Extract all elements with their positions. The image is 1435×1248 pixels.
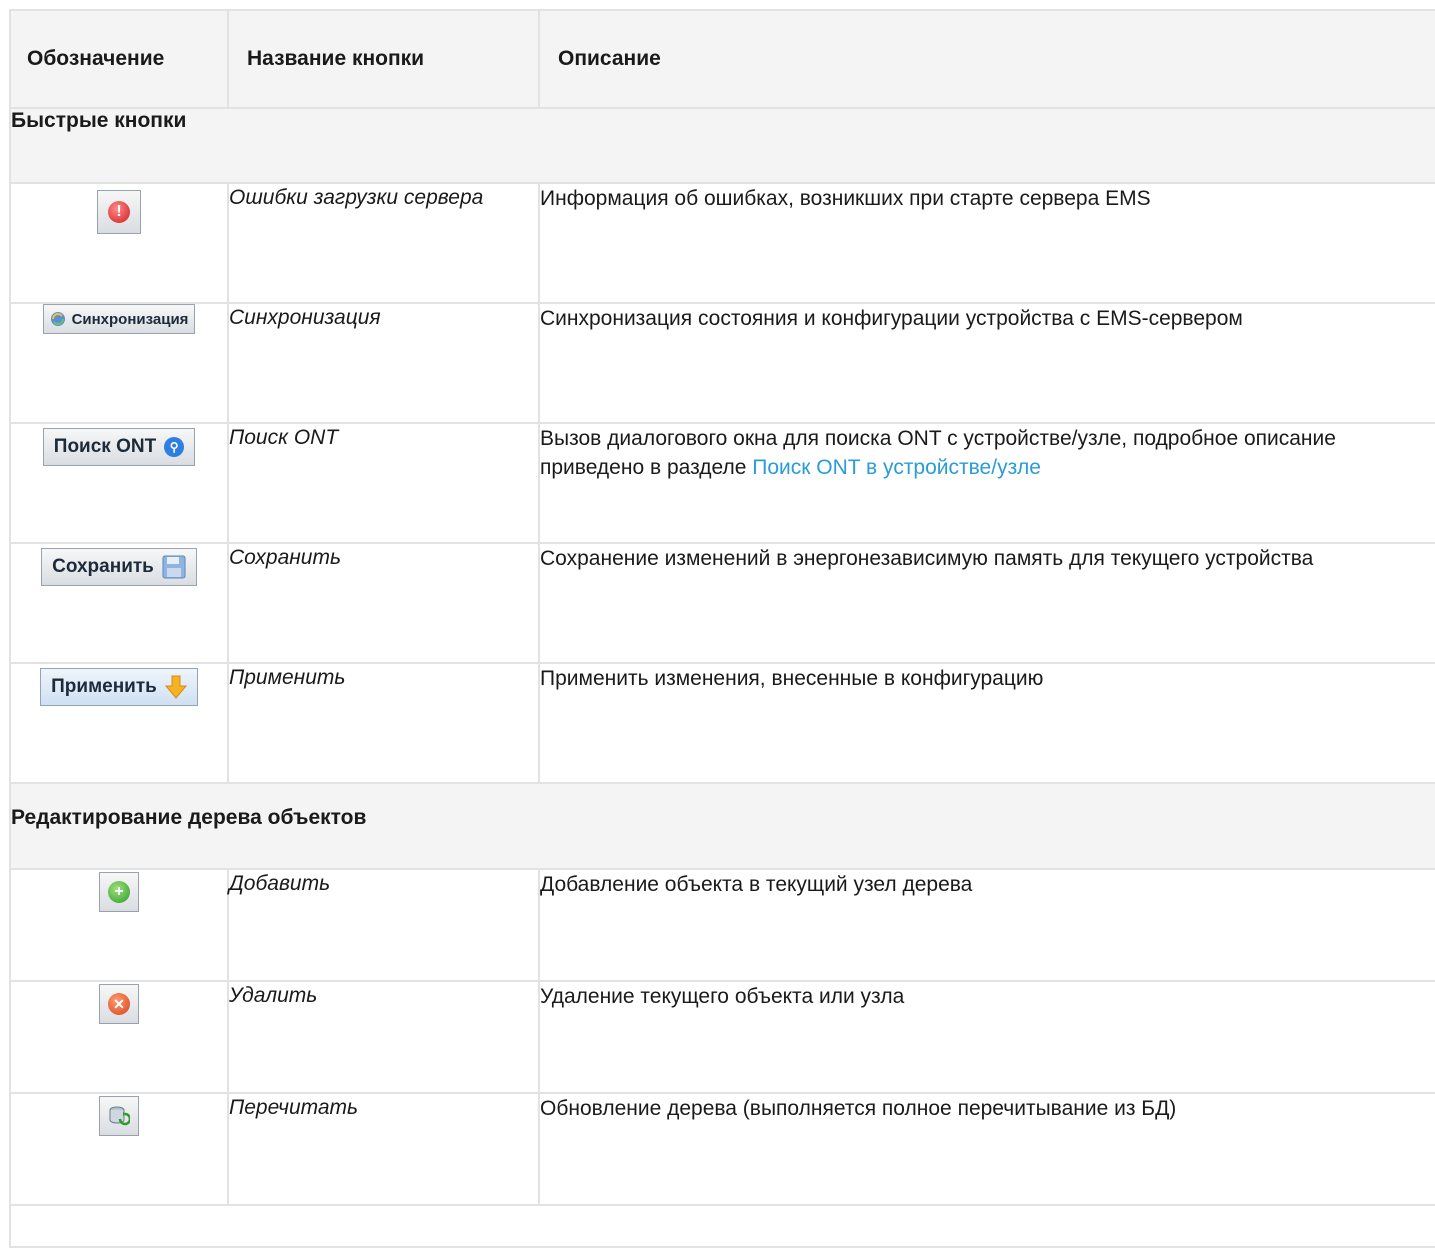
description: Обновление дерева (выполняется полное пе… bbox=[538, 1092, 1435, 1206]
icon-cell: ! bbox=[9, 182, 229, 304]
database-refresh-icon bbox=[109, 1106, 130, 1126]
icon-cell: Сохранить bbox=[9, 542, 229, 664]
section-row: Быстрые кнопки bbox=[9, 107, 1435, 184]
icon-cell: ✕ bbox=[9, 980, 229, 1094]
header-designation: Обозначение bbox=[9, 9, 229, 109]
button-name: Добавить bbox=[227, 868, 540, 982]
button-name: Сохранить bbox=[227, 542, 540, 664]
sync-button-label: Синхронизация bbox=[71, 310, 189, 328]
description: Удаление текущего объекта или узла bbox=[538, 980, 1435, 1094]
description: Сохранение изменений в энергонезависимую… bbox=[538, 542, 1435, 664]
description: Добавление объекта в текущий узел дерева bbox=[538, 868, 1435, 982]
table-row: Перечитать Обновление дерева (выполняетс… bbox=[9, 1092, 1435, 1206]
button-name: Применить bbox=[227, 662, 540, 784]
error-icon: ! bbox=[108, 201, 130, 223]
apply-button-label: Применить bbox=[51, 676, 157, 697]
reload-button[interactable] bbox=[99, 1096, 139, 1136]
description: Вызов диалогового окна для поиска ONT с … bbox=[538, 422, 1435, 544]
icon-cell: + bbox=[9, 868, 229, 982]
add-button[interactable]: + bbox=[99, 872, 139, 912]
icon-cell: Применить bbox=[9, 662, 229, 784]
search-ont-button-label: Поиск ONT bbox=[53, 436, 157, 457]
button-name: Поиск ONT bbox=[227, 422, 540, 544]
button-name: Удалить bbox=[227, 980, 540, 1094]
plus-icon: + bbox=[108, 881, 130, 903]
table-row: Поиск ONT ⚲ Поиск ONT Вызов диалогового … bbox=[9, 422, 1435, 544]
search-ont-section-link[interactable]: Поиск ONT в устройстве/узле bbox=[752, 456, 1041, 479]
icon-cell: Поиск ONT ⚲ bbox=[9, 422, 229, 544]
icon-cell: Синхронизация bbox=[9, 302, 229, 424]
icon-cell bbox=[9, 1092, 229, 1206]
description: Применить изменения, внесенные в конфигу… bbox=[538, 662, 1435, 784]
button-name: Перечитать bbox=[227, 1092, 540, 1206]
empty-row bbox=[9, 1204, 1435, 1248]
table-row: + Добавить Добавление объекта в текущий … bbox=[9, 868, 1435, 982]
header-description: Описание bbox=[538, 9, 1435, 109]
sync-button[interactable]: Синхронизация bbox=[42, 304, 196, 334]
server-errors-button[interactable]: ! bbox=[97, 190, 141, 234]
description: Информация об ошибках, возникших при ста… bbox=[538, 182, 1435, 304]
delete-button[interactable]: ✕ bbox=[99, 984, 139, 1024]
save-button-label: Сохранить bbox=[52, 556, 154, 577]
apply-button[interactable]: Применить bbox=[40, 668, 198, 706]
description: Синхронизация состояния и конфигурации у… bbox=[538, 302, 1435, 424]
section-quick-buttons: Быстрые кнопки bbox=[9, 107, 1435, 184]
sync-icon bbox=[50, 312, 65, 326]
button-name: Синхронизация bbox=[227, 302, 540, 424]
section-row: Редактирование дерева объектов bbox=[9, 782, 1435, 870]
button-name: Ошибки загрузки сервера bbox=[227, 182, 540, 304]
search-ont-button[interactable]: Поиск ONT ⚲ bbox=[42, 428, 196, 466]
empty-cell bbox=[9, 1204, 1435, 1248]
page: Обозначение Название кнопки Описание Быс… bbox=[0, 0, 1435, 1248]
buttons-table: Обозначение Название кнопки Описание Быс… bbox=[9, 9, 1435, 1248]
table-row: Синхронизация Синхронизация Синхронизаци… bbox=[9, 302, 1435, 424]
search-icon: ⚲ bbox=[164, 437, 185, 457]
arrow-down-icon bbox=[164, 675, 187, 699]
table-row: Применить Применить Применить изменения,… bbox=[9, 662, 1435, 784]
table-row: Сохранить Сохранить Сохранение изменений… bbox=[9, 542, 1435, 664]
header-row: Обозначение Название кнопки Описание bbox=[9, 9, 1435, 109]
section-tree-editing: Редактирование дерева объектов bbox=[9, 782, 1435, 870]
table-row: ✕ Удалить Удаление текущего объекта или … bbox=[9, 980, 1435, 1094]
delete-icon: ✕ bbox=[108, 993, 130, 1015]
save-button[interactable]: Сохранить bbox=[41, 548, 197, 586]
floppy-icon bbox=[162, 555, 186, 579]
table-row: ! Ошибки загрузки сервера Информация об … bbox=[9, 182, 1435, 304]
header-button-name: Название кнопки bbox=[227, 9, 540, 109]
